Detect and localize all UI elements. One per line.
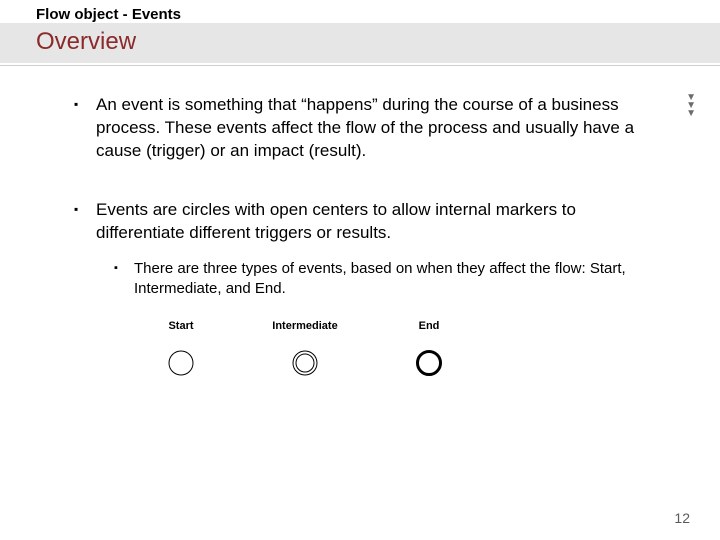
kicker-text: Flow object - Events: [0, 0, 720, 23]
sub-bullet-list: There are three types of events, based o…: [96, 259, 664, 300]
event-label-intermediate: Intermediate: [272, 319, 337, 334]
page-number: 12: [674, 510, 690, 526]
slide-title: Overview: [0, 28, 720, 57]
event-intermediate: Intermediate: [260, 319, 350, 378]
event-label-start: Start: [168, 319, 193, 334]
bullet-text: Events are circles with open centers to …: [96, 200, 576, 242]
header-rule: [0, 65, 720, 66]
end-event-icon: [414, 348, 444, 378]
event-types-diagram: Start Intermediate: [146, 319, 664, 378]
start-event-icon: [166, 348, 196, 378]
sub-bullet-item: There are three types of events, based o…: [96, 259, 664, 300]
event-start: Start: [146, 319, 216, 378]
title-bar: Overview: [0, 23, 720, 63]
corner-arrows-icon: ▼▼▼: [686, 94, 696, 118]
event-row: Start Intermediate: [146, 319, 664, 378]
bullet-item: Events are circles with open centers to …: [56, 199, 664, 378]
slide-header: Flow object - Events Overview: [0, 0, 720, 66]
event-label-end: End: [419, 319, 440, 334]
slide: Flow object - Events Overview ▼▼▼ An eve…: [0, 0, 720, 540]
event-end: End: [394, 319, 464, 378]
bullet-item: An event is something that “happens” dur…: [56, 94, 664, 163]
bullet-list: An event is something that “happens” dur…: [56, 94, 664, 378]
slide-content: An event is something that “happens” dur…: [0, 66, 720, 378]
intermediate-event-icon: [290, 348, 320, 378]
